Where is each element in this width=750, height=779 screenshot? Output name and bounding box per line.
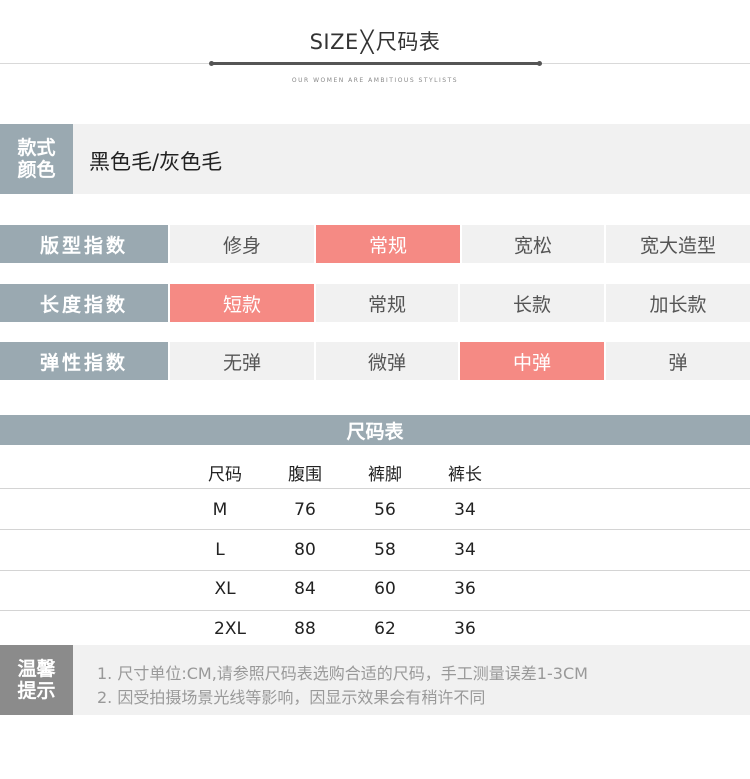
table-cell-waist: 80: [294, 540, 316, 560]
table-cell-hem: 56: [374, 500, 396, 520]
tips-label-line2: 提示: [17, 680, 56, 702]
fit-index-row: 版型指数 修身 常规 宽松 宽大造型: [0, 225, 750, 263]
fit-option-slim: 修身: [170, 225, 314, 263]
style-label-line2: 颜色: [17, 159, 56, 181]
table-header-waist: 腹围: [288, 465, 322, 485]
elasticity-option-stretch: 弹: [606, 342, 750, 380]
style-color-row: 款式 颜色 黑色毛/灰色毛: [0, 124, 750, 194]
table-cell-size: L: [215, 540, 225, 560]
table-header-hem: 裤脚: [368, 465, 402, 485]
title-prefix: SIZE: [309, 30, 359, 54]
table-header-length: 裤长: [448, 465, 482, 485]
table-cell-waist: 76: [294, 500, 316, 520]
tip-line-1: 1. 尺寸单位:CM,请参照尺码表选购合适的尺码，手工测量误差1-3CM: [97, 664, 588, 683]
table-cell-waist: 84: [294, 579, 316, 599]
tips-panel: 温馨 提示 1. 尺寸单位:CM,请参照尺码表选购合适的尺码，手工测量误差1-3…: [0, 645, 750, 715]
style-color-value: 黑色毛/灰色毛: [89, 150, 223, 174]
fit-option-loose: 宽松: [462, 225, 604, 263]
style-color-label: 款式 颜色: [0, 124, 73, 194]
length-option-long: 长款: [460, 284, 604, 322]
table-cell-length: 34: [454, 500, 476, 520]
elasticity-option-medium: 中弹: [460, 342, 604, 380]
elasticity-index-row: 弹性指数 无弹 微弹 中弹 弹: [0, 342, 750, 380]
table-divider: [0, 488, 750, 489]
table-cell-hem: 60: [374, 579, 396, 599]
table-cell-waist: 88: [294, 619, 316, 639]
length-index-label: 长度指数: [0, 284, 168, 322]
tip-line-2: 2. 因受拍摄场景光线等影响，因显示效果会有稍许不同: [97, 688, 486, 707]
table-divider: [0, 610, 750, 611]
table-cell-size: XL: [214, 579, 236, 599]
elasticity-option-none: 无弹: [170, 342, 314, 380]
title-cross: ╳: [360, 30, 374, 54]
style-label-line1: 款式: [17, 137, 56, 159]
size-table-title: 尺码表: [0, 415, 750, 445]
header-accent-line: [212, 62, 540, 65]
page-title: SIZE╳尺码表: [0, 26, 750, 56]
table-divider: [0, 570, 750, 571]
tips-label: 温馨 提示: [0, 645, 73, 715]
table-cell-length: 36: [454, 579, 476, 599]
length-option-regular: 常规: [316, 284, 458, 322]
length-option-extra-long: 加长款: [606, 284, 750, 322]
table-cell-length: 34: [454, 540, 476, 560]
table-cell-hem: 62: [374, 619, 396, 639]
tips-label-line1: 温馨: [17, 658, 56, 680]
table-cell-hem: 58: [374, 540, 396, 560]
elasticity-option-slight: 微弹: [316, 342, 458, 380]
table-header-size: 尺码: [208, 465, 242, 485]
table-cell-length: 36: [454, 619, 476, 639]
table-divider: [0, 529, 750, 530]
fit-index-label: 版型指数: [0, 225, 168, 263]
table-cell-size: 2XL: [214, 619, 246, 639]
fit-option-oversized: 宽大造型: [606, 225, 750, 263]
header-dot-left: [209, 61, 214, 66]
header-dot-right: [537, 61, 542, 66]
fit-option-regular: 常规: [316, 225, 460, 263]
header-subtitle: OUR WOMEN ARE AMBITIOUS STYLISTS: [291, 77, 459, 84]
elasticity-index-label: 弹性指数: [0, 342, 168, 380]
length-index-row: 长度指数 短款 常规 长款 加长款: [0, 284, 750, 322]
length-option-short: 短款: [170, 284, 314, 322]
title-suffix: 尺码表: [375, 30, 441, 54]
table-cell-size: M: [212, 500, 228, 520]
